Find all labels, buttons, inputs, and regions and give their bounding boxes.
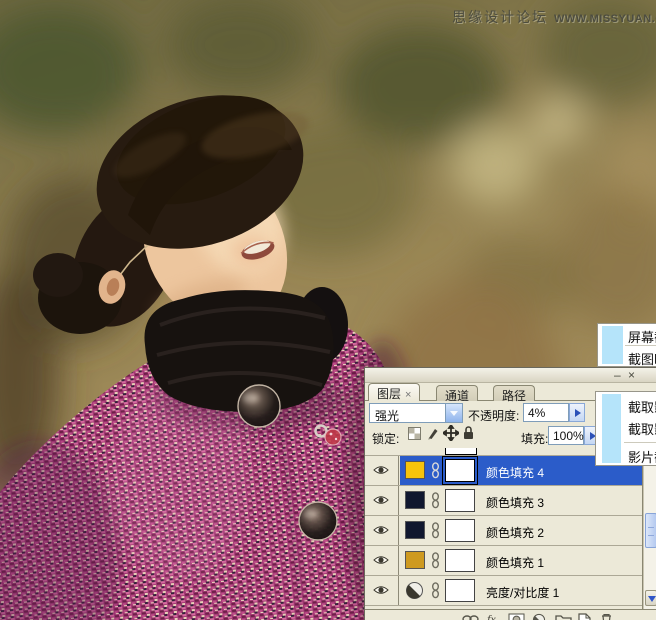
menu-item[interactable]: 屏幕截 [628,327,656,346]
visibility-toggle[interactable] [365,516,399,545]
panel-titlebar: – × [365,368,656,383]
opacity-spinner-icon[interactable] [569,403,585,422]
eye-icon [373,466,389,474]
eye-icon [373,556,389,564]
menu-icon-gutter [602,394,621,463]
fill-color-thumbnail[interactable] [405,521,425,539]
eye-icon [373,496,389,504]
layer-mask-thumbnail[interactable] [442,456,478,485]
link-icon [432,522,439,539]
tab-close-icon[interactable]: × [405,389,411,401]
screenshot-root: 思缘设计论坛WWW.MISSYUAN.COM – × 图层× 通道 路径 强光 … [0,0,656,620]
layer-row[interactable]: 颜色填充 3 [365,486,642,516]
visibility-toggle[interactable] [365,576,399,605]
brightness-contrast-icon[interactable] [405,581,424,600]
link-icon [432,462,439,479]
fill-label: 填充: [521,432,549,446]
layer-row[interactable]: 颜色填充 2 [365,516,642,546]
scrollbar-thumb[interactable] [645,513,656,548]
layer-name[interactable]: 亮度/对比度 1 [486,584,559,601]
layer-row[interactable]: 亮度/对比度 1 [365,576,642,606]
context-menu-side: 截取影 截取影 影片截 [595,391,656,466]
delete-trash-icon[interactable] [600,613,613,620]
layer-name[interactable]: 颜色填充 3 [486,494,544,511]
link-icon [432,552,439,569]
brooch-red [324,428,342,446]
eye-icon [373,586,389,594]
layer-mask-thumbnail[interactable] [445,519,475,542]
lock-paint-brush-icon[interactable] [426,426,440,441]
add-mask-icon[interactable] [508,613,525,620]
fill-input[interactable]: 100% [548,426,584,445]
fill-color-thumbnail[interactable] [405,551,425,569]
minimize-button[interactable]: – [614,368,621,382]
fill-color-thumbnail[interactable] [405,491,425,509]
context-menu-top: 屏幕截 截图时 [597,323,656,367]
menu-item[interactable]: 截取影 [628,397,656,416]
lock-label: 锁定: [372,432,400,446]
scrollbar[interactable] [643,448,656,609]
lock-position-move-icon[interactable] [443,425,459,441]
tab-layers[interactable]: 图层 × [368,383,421,401]
menu-item[interactable]: 截取影 [628,419,656,438]
tab-paths[interactable]: 路径 [493,385,536,403]
partial-layer-row [445,448,477,455]
eye-icon [373,526,389,534]
menu-item[interactable]: 截图时 [628,349,656,368]
link-icon [432,582,439,599]
link-layers-icon[interactable] [462,613,480,620]
lock-all-padlock-icon[interactable] [462,425,475,441]
visibility-toggle[interactable] [365,546,399,575]
close-button[interactable]: × [628,368,635,382]
panel-bottom-toolbar: fx [365,609,656,620]
layer-name[interactable]: 颜色填充 4 [486,464,544,481]
watermark-site-name: 思缘设计论坛 [452,9,548,25]
layer-mask-thumbnail[interactable] [445,579,475,602]
layer-mask-thumbnail[interactable] [445,549,475,572]
lock-transparency-icon[interactable] [408,427,421,440]
fill-color-thumbnail[interactable] [405,461,425,479]
layer-mask-thumbnail[interactable] [445,489,475,512]
layer-row[interactable]: 颜色填充 1 [365,546,642,576]
adjustment-layer-icon[interactable] [532,613,546,620]
opacity-input[interactable]: 4% [523,403,569,422]
visibility-toggle[interactable] [365,456,399,485]
new-group-folder-icon[interactable] [555,613,572,620]
link-icon [432,492,439,509]
scroll-down-icon[interactable] [645,590,656,606]
new-layer-icon[interactable] [578,613,591,620]
blend-mode-value: 强光 [375,409,400,423]
watermark-site-url: WWW.MISSYUAN.COM [554,13,656,25]
layers-list: 颜色填充 4 颜色填充 3 颜色填充 2 颜色填充 1 亮度/对比度 1 [365,448,643,609]
layer-name[interactable]: 颜色填充 1 [486,554,544,571]
visibility-toggle[interactable] [365,486,399,515]
layer-style-fx-icon[interactable]: fx [487,612,496,620]
watermark: 思缘设计论坛 WWW.MISSYUAN.COM [452,7,656,27]
menu-icon-gutter [602,326,623,364]
menu-item[interactable]: 影片截 [628,447,656,466]
tab-channels[interactable]: 通道 [436,385,479,403]
blend-mode-select[interactable]: 强光 [369,403,463,423]
layer-name[interactable]: 颜色填充 2 [486,524,544,541]
chevron-down-icon[interactable] [445,404,462,422]
opacity-label: 不透明度: [468,409,520,423]
